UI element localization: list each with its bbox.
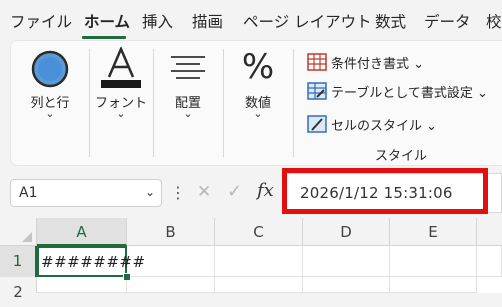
- cell-a1-value: ########: [41, 253, 146, 271]
- cell-d1[interactable]: [303, 246, 390, 277]
- percent-icon: %: [241, 47, 275, 87]
- highlight-box: [282, 168, 488, 214]
- select-all-corner[interactable]: [0, 218, 37, 246]
- cell-b2[interactable]: [127, 277, 215, 293]
- tab-data[interactable]: データ: [424, 10, 471, 32]
- cell-styles-label: セルのスタイル ⌄: [331, 119, 438, 134]
- cell-c2[interactable]: [215, 277, 303, 293]
- conditional-format-icon: [307, 53, 327, 71]
- format-table-icon: [307, 82, 327, 100]
- font-group-button[interactable]: フォント ⌄: [89, 41, 153, 167]
- name-box[interactable]: A1 ⌄: [10, 179, 162, 207]
- tab-page-layout[interactable]: ページ レイアウト: [243, 10, 372, 32]
- tab-review[interactable]: 校: [486, 10, 502, 32]
- select-all-icon: [22, 232, 32, 242]
- chevron-down-icon: ⌄: [45, 107, 55, 120]
- cell-styles-icon: [307, 115, 327, 133]
- font-icon: [101, 45, 141, 88]
- chevron-down-icon[interactable]: ⌄: [145, 185, 155, 199]
- alignment-icon: [31, 50, 69, 88]
- name-box-value: A1: [19, 185, 38, 201]
- conditional-format-label: 条件付き書式 ⌄: [331, 57, 425, 72]
- tab-draw[interactable]: 描画: [192, 10, 223, 32]
- row-header-2[interactable]: 2: [0, 277, 37, 301]
- active-tab-indicator: [82, 36, 126, 39]
- column-header-d[interactable]: D: [303, 218, 390, 246]
- ribbon-panel: 列と行 ⌄ フォント ⌄ 配置 ⌄ % 数値 ⌄ 条件付き書式 ⌄ テーブルとし…: [10, 40, 502, 166]
- chevron-down-icon: ⌄: [116, 107, 126, 120]
- ribbon-tab-bar: ファイル ホーム 挿入 描画 ページ レイアウト 数式 データ 校: [0, 0, 502, 40]
- cell-d2[interactable]: [303, 277, 390, 293]
- align-lines-icon: [171, 56, 205, 79]
- fill-handle[interactable]: [123, 273, 131, 281]
- enter-icon[interactable]: ✓: [227, 181, 242, 202]
- cell-e1[interactable]: [390, 246, 477, 277]
- insert-function-icon[interactable]: fx: [257, 180, 274, 201]
- tab-insert[interactable]: 挿入: [142, 10, 173, 32]
- paragraph-group-button[interactable]: 配置 ⌄: [153, 41, 223, 167]
- tab-formulas[interactable]: 数式: [375, 10, 406, 32]
- format-as-table-label: テーブルとして書式設定 ⌄: [331, 86, 488, 101]
- chevron-down-icon: ⌄: [183, 107, 193, 120]
- column-header-c[interactable]: C: [215, 218, 303, 246]
- chevron-down-icon: ⌄: [253, 107, 263, 120]
- column-header-a[interactable]: A: [37, 218, 127, 246]
- cell-a2[interactable]: [37, 277, 127, 293]
- alignment-group-button[interactable]: 列と行 ⌄: [11, 41, 89, 167]
- cancel-icon[interactable]: ✕: [197, 182, 211, 202]
- cell-e2[interactable]: [390, 277, 477, 293]
- group-divider: [293, 49, 294, 157]
- tab-home[interactable]: ホーム: [84, 10, 130, 32]
- tab-file[interactable]: ファイル: [10, 10, 72, 32]
- column-header-b[interactable]: B: [127, 218, 215, 246]
- column-header-row: A B C D E: [0, 218, 502, 246]
- cell-a1[interactable]: ########: [37, 246, 145, 277]
- cell-f1[interactable]: [477, 246, 502, 277]
- more-options-icon[interactable]: ⋮: [170, 183, 186, 202]
- column-header-e[interactable]: E: [390, 218, 477, 246]
- row-header-1[interactable]: 1: [0, 246, 37, 277]
- cell-c1[interactable]: [215, 246, 303, 277]
- number-group-button[interactable]: % 数値 ⌄: [223, 41, 293, 167]
- worksheet-grid[interactable]: A B C D E 1 2 ########: [0, 218, 502, 301]
- styles-group-label: スタイル: [375, 149, 428, 164]
